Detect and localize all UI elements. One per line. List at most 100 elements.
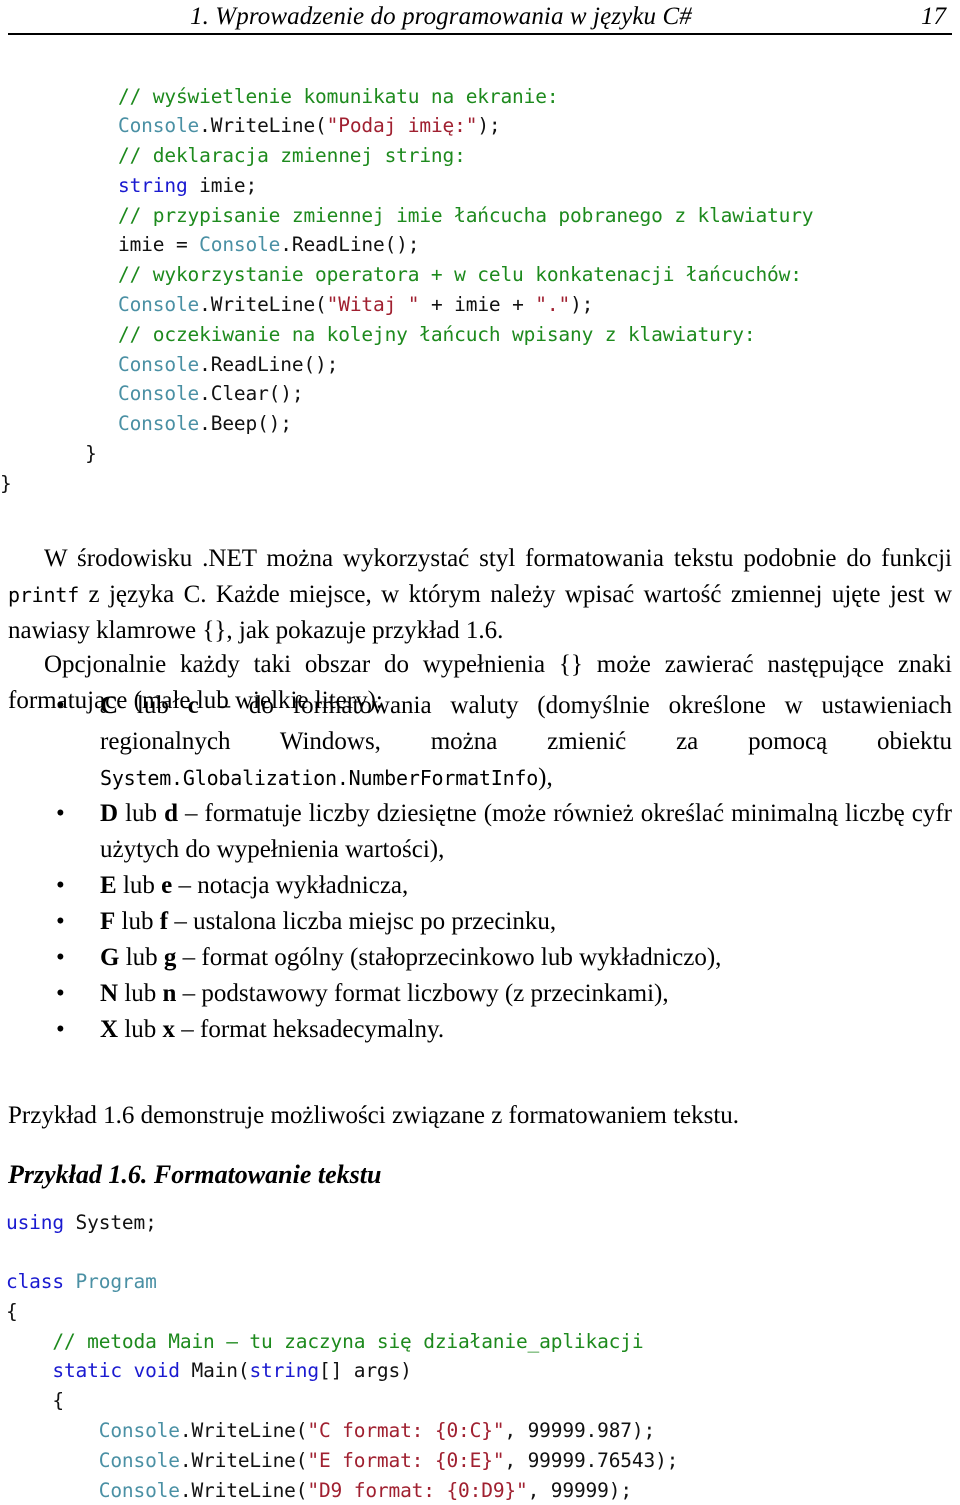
code-token-imie-assign: imie =: [118, 233, 199, 256]
format-description: – podstawowy format liczbowy (z przecink…: [176, 980, 668, 1007]
format-description: – do formatowania waluty (domyślnie okre…: [100, 692, 952, 755]
code-token-writeline-open-e: .WriteLine(: [180, 1449, 308, 1472]
code-token-writeline-open-c: .WriteLine(: [180, 1419, 308, 1442]
code-token-args-param: [] args): [319, 1359, 412, 1382]
code-token-arg-c-format: , 99999.987);: [504, 1419, 655, 1442]
format-description: – ustalona liczba miejsc po przecinku,: [168, 908, 556, 935]
code-token-writeline-open-2: .WriteLine(: [199, 293, 327, 316]
code-token-main-signature: Main(: [180, 1359, 250, 1382]
code-token-class-name-program: Program: [64, 1270, 157, 1293]
code-token-readline-call: .ReadLine();: [280, 233, 419, 256]
paragraph-net-formatting: W środowisku .NET można wykorzystać styl…: [8, 541, 952, 649]
code-token-namespace-system: System;: [64, 1211, 157, 1234]
list-item: •N lub n – podstawowy format liczbowy (z…: [0, 976, 960, 1012]
format-separator: lub: [115, 908, 159, 935]
code-token-beep-call: .Beep();: [199, 412, 292, 435]
inline-code-printf: printf: [8, 583, 79, 607]
code-token-closing-brace-outer: }: [0, 472, 12, 495]
format-code-upper: C: [100, 692, 118, 719]
code-token-console-e-format: Console: [99, 1449, 180, 1472]
list-item: • E lub e – notacja wykładnicza,: [0, 868, 960, 904]
code-token-clear-call: .Clear();: [199, 382, 303, 405]
format-code-upper: G: [100, 944, 119, 971]
format-code-upper: N: [100, 980, 118, 1007]
code-token-arg-d9-format: , 99999);: [528, 1479, 632, 1502]
code-listing-top: // wyświetlenie komunikatu na ekranie: C…: [118, 82, 813, 499]
format-code-lower: d: [164, 800, 178, 827]
code-line-comment-main: // metoda Main – tu zaczyna się działani…: [6, 1330, 643, 1353]
format-separator: lub: [117, 872, 161, 899]
code-token-console-readline-2: Console: [118, 353, 199, 376]
code-token-readline-call-2: .ReadLine();: [199, 353, 338, 376]
code-token-keyword-static: static: [52, 1359, 122, 1382]
code-token-console-witaj: Console: [118, 293, 199, 316]
format-description: – notacja wykładnicza,: [172, 872, 408, 899]
code-token-string-witaj: "Witaj ": [327, 293, 420, 316]
code-token-writeline-open-d9: .WriteLine(: [180, 1479, 308, 1502]
code-token-indent: [6, 1419, 99, 1442]
header-divider-rule: [8, 33, 952, 35]
list-item: • C lub c – do formatowania waluty (domyś…: [0, 688, 960, 796]
format-code-upper: E: [100, 872, 117, 899]
bullet-icon: •: [56, 1012, 65, 1048]
format-code-lower: x: [163, 1016, 176, 1043]
code-token-open-brace-method: {: [6, 1389, 64, 1412]
bullet-icon: •: [56, 868, 65, 904]
format-separator: lub: [118, 692, 188, 719]
code-token-console-clear: Console: [118, 382, 199, 405]
code-token-arg-e-format: , 99999.76543);: [504, 1449, 678, 1472]
code-line-comment-assignment: // przypisanie zmiennej imie łańcucha po…: [118, 204, 813, 227]
code-line-comment-concat: // wykorzystanie operatora + w celu konk…: [118, 263, 802, 286]
format-code-lower: n: [163, 980, 177, 1007]
format-code-lower: e: [161, 872, 172, 899]
code-token-console-d9-format: Console: [99, 1479, 180, 1502]
code-token-writeline-open: .WriteLine(: [199, 114, 327, 137]
paragraph-text-part-a: W środowisku .NET można wykorzystać styl…: [44, 545, 952, 572]
code-token-keyword-void: void: [134, 1359, 180, 1382]
example-heading: Przykład 1.6. Formatowanie tekstu: [8, 1158, 381, 1192]
bullet-icon: •: [56, 796, 65, 832]
code-token-keyword-class: class: [6, 1270, 64, 1293]
code-line-comment-wait: // oczekiwanie na kolejny łańcuch wpisan…: [118, 323, 755, 346]
code-token-closing-brace-inner: }: [62, 442, 97, 465]
code-listing-bottom: using System; class Program { // metoda …: [6, 1208, 678, 1505]
code-token-console-c-format: Console: [99, 1419, 180, 1442]
format-code-upper: D: [100, 800, 118, 827]
paragraph-example-intro: Przykład 1.6 demonstruje możliwości zwią…: [8, 1098, 952, 1134]
page-title: 1. Wprowadzenie do programowania w język…: [190, 2, 692, 32]
bullet-icon: •: [56, 976, 65, 1012]
bullet-icon: •: [56, 688, 65, 724]
code-token-console-readline: Console: [199, 233, 280, 256]
bullet-icon: •: [56, 940, 65, 976]
list-item: •X lub x – format heksadecymalny.: [0, 1012, 960, 1048]
format-code-lower: c: [188, 692, 199, 719]
paragraph-text-part-b: z języka C. Każde miejsce, w którym nale…: [8, 581, 952, 644]
code-token-close-paren-2: );: [570, 293, 593, 316]
code-token-indent: [6, 1359, 52, 1382]
format-specifier-list: • C lub c – do formatowania waluty (domyś…: [0, 688, 960, 1048]
bullet-icon: •: [56, 904, 65, 940]
inline-code-numberformatinfo: System.Globalization.NumberFormatInfo: [100, 766, 538, 790]
page-number: 17: [921, 2, 946, 32]
code-token-open-brace-class: {: [6, 1300, 18, 1323]
code-token-string-d9-format: "D9 format: {0:D9}": [307, 1479, 527, 1502]
format-code-upper: X: [100, 1016, 118, 1043]
code-token-string-e-format: "E format: {0:E}": [307, 1449, 504, 1472]
list-item: •D lub d – formatuje liczby dziesiętne (…: [0, 796, 960, 868]
code-line-comment-display: // wyświetlenie komunikatu na ekranie:: [118, 85, 558, 108]
format-description: – format ogólny (stałoprzecinkowo lub wy…: [176, 944, 721, 971]
code-token-space: [122, 1359, 134, 1382]
list-item: • G lub g – format ogólny (stałoprzecinko…: [0, 940, 960, 976]
code-token-console: Console: [118, 114, 199, 137]
code-token-var-imie: imie;: [188, 174, 258, 197]
code-token-console-beep: Console: [118, 412, 199, 435]
format-separator: lub: [119, 944, 163, 971]
format-code-lower: g: [164, 944, 177, 971]
code-token-keyword-using: using: [6, 1211, 64, 1234]
format-code-lower: f: [160, 908, 168, 935]
format-separator: lub: [118, 800, 164, 827]
code-token-string-podaj-imie: "Podaj imię:": [327, 114, 478, 137]
format-description-tail: ),: [538, 764, 553, 791]
format-code-upper: F: [100, 908, 115, 935]
code-token-indent: [6, 1479, 99, 1502]
